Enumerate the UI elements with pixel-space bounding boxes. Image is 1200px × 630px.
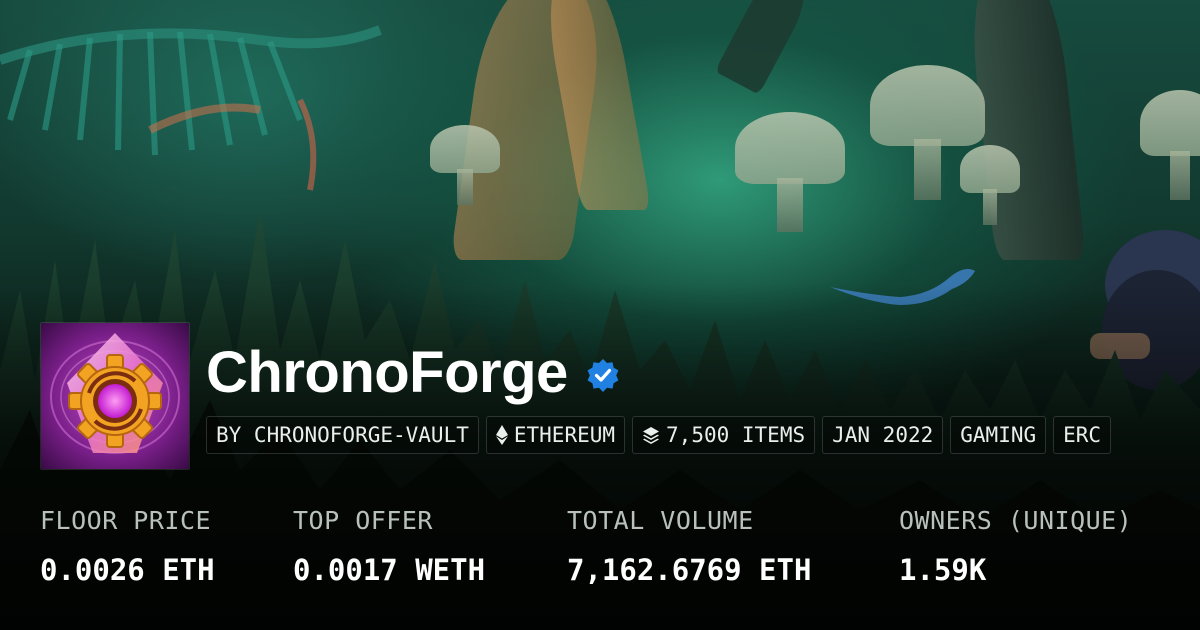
collection-stats: FLOOR PRICE 0.0026 ETH TOP OFFER 0.0017 … [40,506,1200,606]
chain-tag-label: ETHEREUM [513,423,616,447]
stat-label: TOP OFFER [293,506,433,535]
items-tag-label: 7,500 ITEMS [666,423,806,447]
owners-stat: OWNERS (UNIQUE) 1.59K [899,506,1132,587]
total-volume-stat: TOTAL VOLUME 7,162.6769 ETH [567,506,811,587]
standard-tag-label: ERC [1063,423,1102,447]
stat-value: 1.59K [899,553,987,587]
standard-tag[interactable]: ERC [1053,416,1112,454]
stat-label: OWNERS (UNIQUE) [899,506,1133,535]
layers-icon [642,426,660,444]
collection-title-row: ChronoForge [206,336,620,410]
date-tag-label: JAN 2022 [832,423,934,447]
date-tag[interactable]: JAN 2022 [822,416,944,454]
stat-value: 0.0026 ETH [40,553,215,587]
category-tag-label: GAMING [960,423,1037,447]
collection-tags: BY CHRONOFORGE-VAULT ETHEREUM 7,500 ITEM… [206,416,1112,454]
stat-value: 7,162.6769 ETH [567,553,812,587]
stat-value: 0.0017 WETH [293,553,486,587]
gear-crystal-logo-icon [41,323,189,469]
stat-label: TOTAL VOLUME [567,506,754,535]
verified-badge-icon [586,358,620,392]
top-offer-stat: TOP OFFER 0.0017 WETH [293,506,485,587]
collection-name[interactable]: ChronoForge [206,344,568,402]
stat-label: FLOOR PRICE [40,506,212,535]
collection-logo[interactable] [40,322,190,470]
floor-price-stat: FLOOR PRICE 0.0026 ETH [40,506,215,587]
creator-tag[interactable]: BY CHRONOFORGE-VAULT [206,416,479,454]
chain-tag[interactable]: ETHEREUM [485,416,626,454]
category-tag[interactable]: GAMING [950,416,1047,454]
items-tag[interactable]: 7,500 ITEMS [632,416,816,454]
ethereum-icon [495,425,508,445]
creator-tag-label: BY CHRONOFORGE-VAULT [216,423,469,447]
